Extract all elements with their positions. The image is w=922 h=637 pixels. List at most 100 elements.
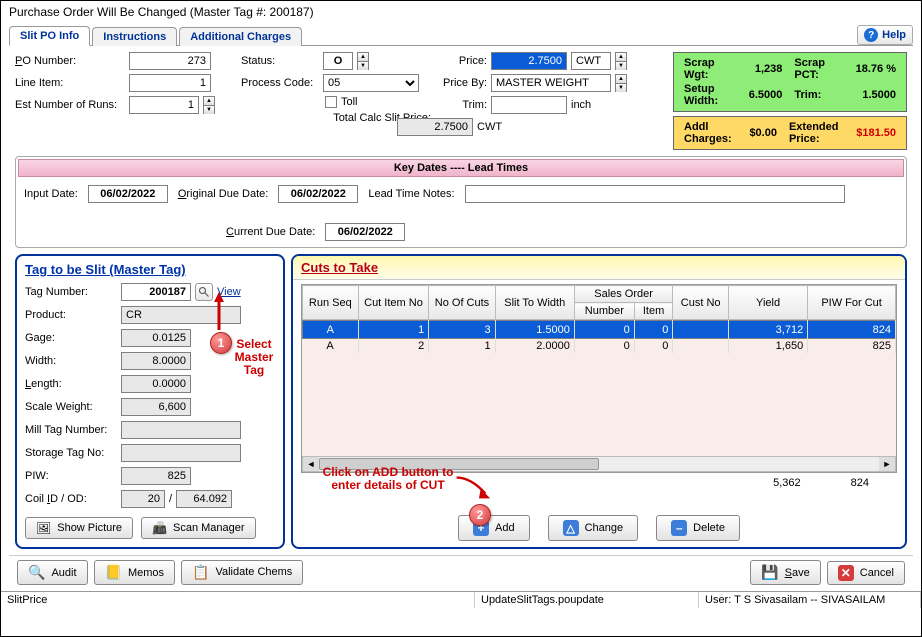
magnifier-icon: [198, 286, 210, 298]
memo-icon: [105, 564, 122, 581]
cuts-grid[interactable]: Run Seq Cut Item No No Of Cuts Slit To W…: [301, 284, 897, 473]
col-so-item[interactable]: Item: [634, 303, 673, 320]
audit-label: Audit: [51, 567, 76, 579]
price-unit-spinner[interactable]: ▲▼: [615, 52, 627, 70]
trim-label: Trim:: [437, 99, 487, 111]
col-piw[interactable]: PIW For Cut: [808, 286, 896, 320]
show-picture-button[interactable]: Show Picture: [25, 517, 133, 539]
col-slitwidth[interactable]: Slit To Width: [495, 286, 574, 320]
mill-tag-label: Mill Tag Number:: [25, 424, 117, 436]
length-value: [121, 375, 191, 393]
col-yield[interactable]: Yield: [728, 286, 807, 320]
scrap-pct-value: 18.76 %: [856, 63, 896, 75]
toll-checkbox[interactable]: [325, 96, 337, 108]
line-item-label: Line Item:: [15, 77, 125, 89]
cell: 824: [808, 321, 896, 339]
window-title: Purchase Order Will Be Changed (Master T…: [1, 1, 921, 23]
tab-instructions[interactable]: Instructions: [92, 27, 177, 46]
master-tag-title: Tag to be Slit (Master Tag): [25, 262, 275, 277]
scale-weight-label: Scale Weight:: [25, 401, 117, 413]
est-runs-spinner[interactable]: ▲▼: [203, 96, 215, 114]
line-item-input[interactable]: [129, 74, 211, 92]
curr-due-date[interactable]: [325, 223, 405, 241]
cell: [673, 321, 729, 339]
picture-icon: [36, 521, 51, 535]
col-runseq[interactable]: Run Seq: [303, 286, 359, 320]
cell: 0: [574, 321, 634, 339]
piw-value: [121, 467, 191, 485]
status-input[interactable]: [323, 52, 353, 70]
po-number-input[interactable]: [129, 52, 211, 70]
table-row[interactable]: A 1 3 1.5000 0 0 3,712 824: [303, 321, 896, 339]
cell: 0: [634, 321, 673, 339]
audit-icon: [28, 564, 45, 581]
trim-input[interactable]: [491, 96, 567, 114]
memos-button[interactable]: Memos: [94, 560, 176, 585]
change-button[interactable]: △Change: [548, 515, 639, 541]
scrap-wgt-value: 1,238: [749, 63, 783, 75]
input-date[interactable]: [88, 185, 168, 203]
memos-label: Memos: [128, 567, 164, 579]
col-salesorder[interactable]: Sales Order: [574, 286, 672, 303]
scrap-wgt-label: Scrap Wgt:: [684, 57, 737, 81]
cuts-title: Cuts to Take: [301, 260, 378, 275]
lead-notes-input[interactable]: [465, 185, 845, 203]
tag-number-value: [121, 283, 191, 301]
cell: 2: [358, 339, 429, 354]
tab-bar: Slit PO Info Instructions Additional Cha…: [9, 25, 913, 46]
price-unit-input[interactable]: [571, 52, 611, 70]
save-label: Save: [785, 567, 810, 579]
cell: 2.0000: [495, 339, 574, 354]
col-so-number[interactable]: Number: [574, 303, 634, 320]
table-row[interactable]: A 2 1 2.0000 0 0 1,650 825: [303, 339, 896, 354]
tab-slit-po[interactable]: Slit PO Info: [9, 26, 90, 46]
process-code-select[interactable]: 05: [323, 74, 419, 92]
cancel-button[interactable]: ✕Cancel: [827, 561, 905, 585]
product-label: Product:: [25, 309, 117, 321]
validate-label: Validate Chems: [215, 567, 292, 578]
status-label: Status:: [241, 55, 319, 67]
scan-icon: [152, 521, 167, 535]
validate-chems-button[interactable]: Validate Chems: [181, 560, 303, 585]
annotation-callout-2: 2: [469, 504, 491, 526]
status-left: SlitPrice: [1, 592, 475, 608]
length-label: Length:: [25, 378, 117, 390]
cuts-panel: Cuts to Take Run Seq Cut Item No No Of C…: [291, 254, 907, 549]
annotation-text-1: Select Master Tag: [229, 338, 279, 377]
est-runs-input[interactable]: [129, 96, 199, 114]
gage-value: [121, 329, 191, 347]
tab-additional-charges[interactable]: Additional Charges: [179, 27, 302, 46]
price-label: Price:: [437, 55, 487, 67]
price-input[interactable]: [491, 52, 567, 70]
help-label: Help: [882, 29, 906, 41]
cell: 1.5000: [495, 321, 574, 339]
scroll-right-arrow[interactable]: ►: [879, 457, 895, 471]
trim-unit: inch: [571, 99, 591, 111]
col-cutitem[interactable]: Cut Item No: [358, 286, 429, 320]
col-noofcuts[interactable]: No Of Cuts: [429, 286, 495, 320]
width-value: [121, 352, 191, 370]
orig-due-date[interactable]: [278, 185, 358, 203]
cancel-label: Cancel: [860, 567, 894, 579]
cell: 0: [634, 339, 673, 354]
delete-button[interactable]: –Delete: [656, 515, 740, 541]
scan-manager-button[interactable]: Scan Manager: [141, 517, 256, 539]
cell: A: [303, 321, 359, 339]
minus-icon: –: [671, 520, 687, 536]
summary-yellow: Addl Charges: $0.00 Extended Price: $181…: [673, 116, 907, 150]
col-custno[interactable]: Cust No: [673, 286, 729, 320]
coil-id-od-label: Coil ID / OD:: [25, 493, 117, 505]
price-by-spinner[interactable]: ▲▼: [615, 74, 627, 92]
save-button[interactable]: Save: [750, 560, 821, 585]
help-button[interactable]: ? Help: [857, 25, 913, 45]
status-mid: UpdateSlitTags.poupdate: [475, 592, 699, 608]
price-by-input[interactable]: [491, 74, 611, 92]
status-spinner[interactable]: ▲▼: [357, 52, 369, 70]
est-runs-label: Est Number of Runs:: [15, 99, 125, 111]
piw-label: PIW:: [25, 470, 117, 482]
summary-trim-value: 1.5000: [856, 89, 896, 101]
total-calc-value: [397, 118, 473, 136]
audit-button[interactable]: Audit: [17, 560, 88, 585]
status-right: User: T S Sivasailam -- SIVASAILAM: [699, 592, 921, 608]
addl-charges-value: $0.00: [749, 127, 777, 139]
